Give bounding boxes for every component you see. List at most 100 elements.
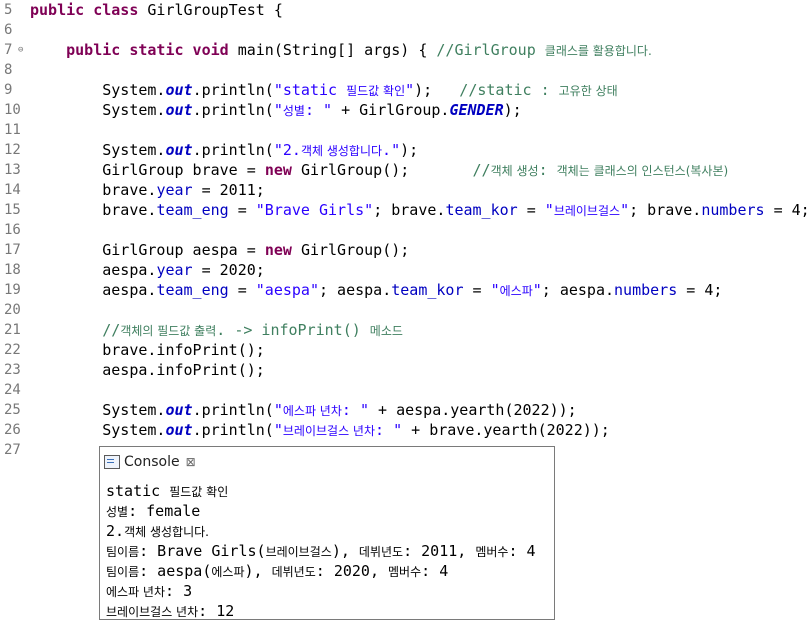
code-token: 객체 생성합니다 (300, 144, 383, 158)
code-text: brave.year = 2011; (30, 180, 265, 200)
code-text: public class GirlGroupTest { (30, 0, 283, 20)
line-number: 9 (4, 82, 13, 98)
code-token: public static void (66, 41, 238, 59)
console-text: static (106, 482, 170, 500)
console-line: 팀이름: Brave Girls(브레이브걸스), 데뷔년도: 2011, 멤버… (106, 541, 551, 561)
code-token: aespa. (30, 261, 157, 279)
code-token: brave. (30, 201, 157, 219)
code-text: System.out.println("2.객체 생성합니다."); (30, 140, 418, 161)
console-text: 데뷔년도 (358, 545, 404, 559)
console-text: : 4 (421, 562, 449, 580)
code-token: System. (30, 401, 166, 419)
code-token: " (273, 101, 283, 119)
line-number: 6 (4, 22, 13, 38)
console-text: : aespa( (139, 562, 212, 580)
code-token: + aespa.yearth(2022)); (368, 401, 577, 419)
code-text: aespa.infoPrint(); (30, 360, 265, 380)
line-number: 20 (4, 302, 21, 318)
code-token: .println( (192, 81, 274, 99)
code-token: 객체의 필드값 출력 (120, 324, 217, 338)
code-token: : " (304, 101, 333, 119)
code-token: System. (30, 101, 166, 119)
code-token: ); (414, 81, 442, 99)
console-text: : 12 (198, 602, 235, 620)
line-number: 23 (4, 362, 21, 378)
line-number: 16 (4, 222, 21, 238)
console-text: 객체 생성합니다. (124, 525, 209, 539)
code-token: main(String[] args) { (237, 41, 437, 59)
code-token: GirlGroup aespa = (30, 241, 265, 259)
console-tab-label: Console (124, 454, 180, 470)
code-token: 고유한 상태 (558, 84, 618, 98)
code-token: team_kor (445, 201, 518, 219)
code-token: 클래스를 활용합니다. (544, 44, 652, 58)
code-token: = (228, 201, 256, 219)
line-number: 12 (4, 142, 21, 158)
code-token: brave. (30, 181, 157, 199)
line-number: 26 (4, 422, 21, 438)
code-token: 필드값 확인 (346, 84, 406, 98)
code-token: ; brave. (629, 201, 702, 219)
line-number: 22 (4, 342, 21, 358)
console-line: 성별: female (106, 501, 551, 521)
code-token: : (538, 161, 557, 179)
code-token: team_eng (156, 201, 229, 219)
code-token: numbers (614, 281, 678, 299)
code-token: team_kor (391, 281, 464, 299)
console-text: 팀이름 (106, 545, 140, 559)
code-token: new (264, 161, 301, 179)
code-text: public static void main(String[] args) {… (30, 40, 652, 61)
console-line: 팀이름: aespa(에스파), 데뷔년도: 2020, 멤버수: 4 (106, 561, 551, 581)
code-text: aespa.year = 2020; (30, 260, 265, 280)
code-token: " (273, 421, 283, 439)
console-text: : 3 (165, 582, 193, 600)
line-number: 11 (4, 122, 21, 138)
console-tab[interactable]: Console ⊠ (100, 447, 202, 477)
line-number: 25 (4, 402, 21, 418)
code-token: " (620, 201, 630, 219)
code-token: : " (341, 401, 369, 419)
code-text: System.out.println("성별: " + GirlGroup.GE… (30, 100, 521, 121)
code-token: : " (375, 421, 403, 439)
code-token: = 4; (677, 281, 723, 299)
fold-collapse-icon[interactable]: ⊖ (18, 40, 23, 60)
code-token: public class (30, 1, 148, 19)
code-token: = (463, 281, 491, 299)
code-token: GirlGroup(); (300, 161, 473, 179)
code-token: year (156, 181, 193, 199)
code-token: GirlGroup(); (300, 241, 410, 259)
code-token: 성별 (282, 104, 305, 118)
code-token: . -> infoPrint() (216, 321, 370, 339)
code-token: " (532, 281, 542, 299)
line-number: 13 (4, 162, 21, 178)
code-token: ; aespa. (541, 281, 615, 299)
code-token: = 2011; (192, 181, 265, 199)
code-token: " (273, 401, 283, 419)
console-text: ), (244, 562, 272, 580)
code-text: GirlGroup brave = new GirlGroup(); //객체 … (30, 160, 728, 181)
code-token: //static : (441, 81, 559, 99)
console-text: 에스파 년차 (106, 585, 166, 599)
line-number: 5 (4, 2, 13, 18)
code-token: 객체는 클래스의 인스턴스(복사본) (556, 164, 729, 178)
code-token: numbers (701, 201, 765, 219)
console-text: 팀이름 (106, 565, 140, 579)
code-token: GirlGroupTest { (147, 1, 283, 19)
code-token: = 4; (764, 201, 810, 219)
code-token: " (490, 281, 500, 299)
line-number: 10 (4, 102, 21, 118)
line-number: 14 (4, 182, 21, 198)
line-number: 15 (4, 202, 21, 218)
console-line: 브레이브걸스 년차: 12 (106, 601, 551, 621)
console-text: 성별 (106, 505, 129, 519)
code-token: team_eng (156, 281, 229, 299)
code-text: GirlGroup aespa = new GirlGroup(); (30, 240, 409, 260)
code-token: 메소드 (369, 324, 403, 338)
code-token: new (264, 241, 301, 259)
code-token: .println( (192, 141, 274, 159)
code-token: out (165, 141, 193, 159)
close-icon[interactable]: ⊠ (186, 455, 196, 469)
code-text: brave.team_eng = "Brave Girls"; brave.te… (30, 200, 810, 221)
code-token: 객체 생성 (490, 164, 539, 178)
code-token: GENDER (449, 101, 504, 119)
